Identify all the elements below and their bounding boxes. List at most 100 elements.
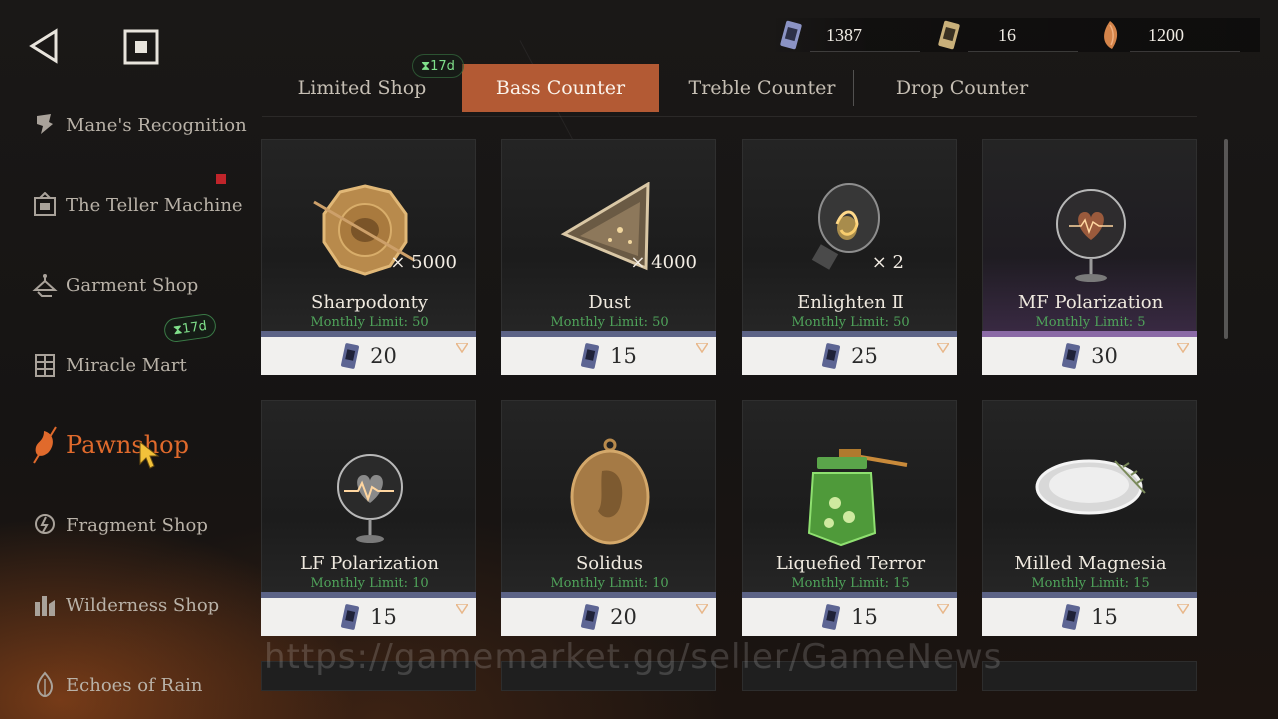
timer-text: 17d (430, 58, 455, 74)
item-name: MF Polarization (1017, 292, 1164, 313)
item-art: Liquefied Terror Monthly Limit: 15 (742, 400, 957, 598)
shop-item-card[interactable]: × 2 Enlighten Ⅱ Monthly Limit: 50 25 (742, 139, 957, 375)
cassette-ticket-icon (822, 343, 841, 369)
item-monthly-limit: Monthly Limit: 10 (550, 576, 669, 591)
heart-globe-icon (1056, 189, 1126, 282)
sidebar-item-miracle-mart[interactable]: Miracle Mart (30, 345, 250, 385)
sidebar-item-label: Fragment Shop (66, 514, 208, 536)
item-name: Milled Magnesia (1014, 553, 1167, 574)
stop-square-icon (123, 29, 159, 65)
raindrop-icon (30, 670, 60, 700)
watermark-text: https://gamemarket.gg/seller/GameNews (264, 637, 1003, 677)
machine-icon (30, 190, 60, 220)
cassette-ticket-icon (341, 343, 360, 369)
hourglass-icon: ⧗ (421, 58, 431, 74)
price-tag: 30 (982, 337, 1197, 375)
rarity-triangle-icon (456, 604, 468, 614)
item-art: × 5000 Sharpodonty Monthly Limit: 50 (261, 139, 476, 337)
grid-scrollbar[interactable] (1224, 139, 1228, 339)
tab-drop-counter[interactable]: Drop Counter (862, 64, 1062, 112)
pawnshop-icon (30, 426, 60, 464)
item-art: LF Polarization Monthly Limit: 10 (261, 400, 476, 598)
currency-value: 16 (998, 24, 1016, 45)
item-quantity: × 5000 (390, 252, 457, 273)
price-tag: 25 (742, 337, 957, 375)
cassette-ticket-icon (1062, 343, 1081, 369)
shelf-icon (30, 350, 60, 380)
item-quantity: × 4000 (630, 252, 697, 273)
price-value: 30 (1091, 344, 1118, 368)
currency-value: 1200 (1148, 24, 1184, 45)
price-value: 15 (610, 344, 637, 368)
item-art: Milled Magnesia Monthly Limit: 15 (982, 400, 1197, 598)
sidebar-item-wilderness-shop[interactable]: Wilderness Shop (30, 585, 250, 625)
sidebar-item-fragment-shop[interactable]: Fragment Shop (30, 505, 250, 545)
rarity-triangle-icon (696, 604, 708, 614)
fragment-icon (30, 510, 60, 540)
divider (262, 116, 1197, 117)
notification-dot (216, 174, 226, 184)
item-name: Sharpodonty (311, 292, 428, 313)
rarity-triangle-icon (1177, 343, 1189, 353)
back-triangle-icon (29, 28, 58, 64)
shop-item-card[interactable]: LF Polarization Monthly Limit: 10 15 (261, 400, 476, 636)
item-art: × 4000 Dust Monthly Limit: 50 (501, 139, 716, 337)
divider (1130, 51, 1240, 52)
cassette-ticket-gold-icon (938, 20, 960, 50)
timer-text: 17d (181, 318, 208, 337)
sidebar-item-label: Garment Shop (66, 274, 199, 296)
divider (810, 51, 920, 52)
back-button[interactable] (26, 26, 66, 66)
currency-cassette[interactable]: 1387 (778, 18, 862, 52)
price-value: 20 (370, 344, 397, 368)
item-monthly-limit: Monthly Limit: 5 (1035, 315, 1146, 330)
rarity-triangle-icon (456, 343, 468, 353)
sidebar-item-manes-recognition[interactable]: Mane's Recognition (30, 105, 250, 145)
currency-bar: 1387 16 1200 (770, 18, 1260, 52)
cassette-ticket-icon (581, 343, 600, 369)
item-monthly-limit: Monthly Limit: 15 (1031, 576, 1150, 591)
powder-bowl-icon (1035, 459, 1146, 515)
item-monthly-limit: Monthly Limit: 50 (791, 315, 910, 330)
shop-item-card[interactable]: Milled Magnesia Monthly Limit: 15 15 (982, 400, 1197, 636)
sidebar-item-label: Pawnshop (66, 431, 189, 459)
currency-amber[interactable]: 1200 (1098, 18, 1184, 52)
shop-item-card[interactable]: Solidus Monthly Limit: 10 20 (501, 400, 716, 636)
item-quantity: × 2 (871, 252, 904, 273)
sidebar-item-label: Echoes of Rain (66, 674, 203, 696)
hanger-icon (30, 270, 60, 300)
honey-jar-icon (807, 449, 908, 547)
shop-grid: × 5000 Sharpodonty Monthly Limit: 50 20 … (261, 139, 1221, 699)
sidebar-item-label: Mane's Recognition (66, 114, 247, 136)
price-value: 15 (851, 605, 878, 629)
shop-item-card[interactable]: × 5000 Sharpodonty Monthly Limit: 50 20 (261, 139, 476, 375)
item-monthly-limit: Monthly Limit: 50 (550, 315, 669, 330)
shop-item-card[interactable]: MF Polarization Monthly Limit: 5 30 (982, 139, 1197, 375)
price-value: 25 (851, 344, 878, 368)
sidebar-item-garment-shop[interactable]: Garment Shop (30, 265, 250, 305)
rarity-triangle-icon (1177, 604, 1189, 614)
tab-treble-counter[interactable]: Treble Counter (662, 64, 862, 112)
heart-globe-icon (337, 454, 403, 543)
sidebar-item-echoes-of-rain[interactable]: Echoes of Rain (30, 665, 250, 705)
price-value: 15 (1091, 605, 1118, 629)
item-monthly-limit: Monthly Limit: 50 (310, 315, 429, 330)
item-monthly-limit: Monthly Limit: 10 (310, 576, 429, 591)
item-name: Dust (588, 292, 631, 313)
price-tag: 15 (982, 598, 1197, 636)
cassette-ticket-icon (1062, 604, 1081, 630)
item-monthly-limit: Monthly Limit: 15 (791, 576, 910, 591)
home-button[interactable] (122, 28, 160, 66)
price-tag: 15 (742, 598, 957, 636)
amber-shard-icon (1104, 21, 1118, 49)
sidebar-item-teller-machine[interactable]: The Teller Machine (30, 185, 250, 225)
pointer-cursor-icon (139, 440, 160, 469)
shop-item-card[interactable]: Liquefied Terror Monthly Limit: 15 15 (742, 400, 957, 636)
shop-item-card-partial[interactable] (982, 661, 1197, 691)
currency-gold-cassette[interactable]: 16 (936, 18, 1016, 52)
tab-bass-counter[interactable]: Bass Counter (462, 64, 659, 112)
wilderness-icon (30, 590, 60, 620)
cassette-ticket-icon (822, 604, 841, 630)
timer-badge: ⧗ 17d (412, 54, 464, 78)
shop-item-card[interactable]: × 4000 Dust Monthly Limit: 50 15 (501, 139, 716, 375)
